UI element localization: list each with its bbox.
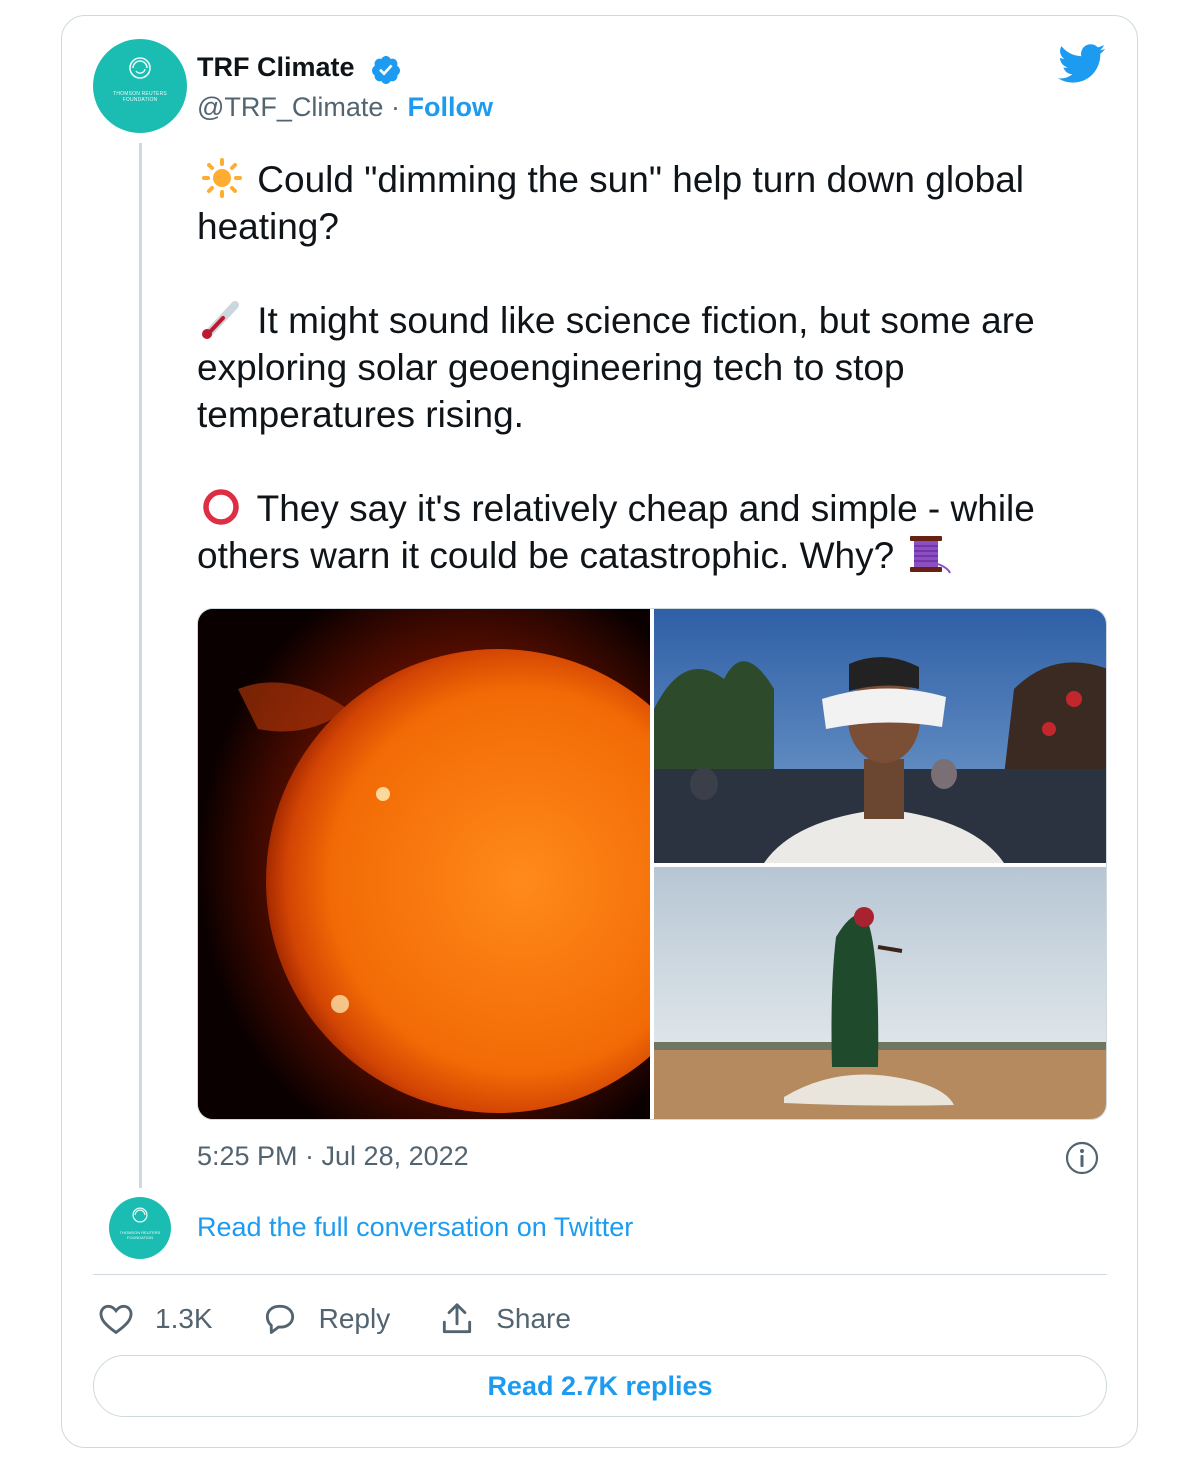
swirl-logo-icon bbox=[132, 1207, 148, 1223]
heart-icon bbox=[99, 1304, 133, 1335]
tweet-paragraph-3: They say it's relatively cheap and simpl… bbox=[197, 485, 1117, 579]
thermometer-emoji-icon bbox=[202, 301, 239, 339]
twitter-bird-icon[interactable] bbox=[1058, 44, 1106, 84]
drought-photo[interactable] bbox=[654, 867, 1107, 1120]
share-button[interactable]: Share bbox=[438, 1300, 571, 1338]
like-count: 1.3K bbox=[155, 1303, 213, 1334]
follow-link[interactable]: Follow bbox=[407, 92, 492, 122]
author-name[interactable]: TRF Climate bbox=[197, 52, 355, 83]
handle-row: @TRF_Climate · Follow bbox=[197, 92, 493, 123]
eclipse-glasses-photo[interactable] bbox=[654, 609, 1107, 863]
thread-line bbox=[139, 143, 142, 1188]
reply-label: Reply bbox=[318, 1303, 391, 1334]
tweet-text: Could "dimming the sun" help turn down g… bbox=[197, 156, 1117, 579]
tweet-paragraph-1: Could "dimming the sun" help turn down g… bbox=[197, 156, 1117, 250]
thread-spool-emoji-icon bbox=[910, 536, 952, 574]
read-replies-button[interactable]: Read 2.7K replies bbox=[93, 1355, 1107, 1417]
author-avatar[interactable]: THOMSON REUTERS FOUNDATION bbox=[93, 39, 187, 133]
avatar-org-text: THOMSON REUTERS FOUNDATION bbox=[113, 91, 167, 103]
share-label: Share bbox=[496, 1303, 571, 1334]
avatar-org-text: THOMSON REUTERS FOUNDATION bbox=[119, 1230, 161, 1240]
sun-emoji-icon bbox=[202, 158, 242, 198]
like-button[interactable]: 1.3K bbox=[97, 1300, 213, 1338]
reply-bubble-icon bbox=[265, 1304, 294, 1334]
author-handle[interactable]: @TRF_Climate bbox=[197, 92, 383, 122]
reply-button[interactable]: Reply bbox=[261, 1300, 391, 1338]
media-grid[interactable] bbox=[197, 608, 1107, 1120]
read-full-conversation-link[interactable]: Read the full conversation on Twitter bbox=[197, 1212, 633, 1243]
action-bar: 1.3K Reply Share bbox=[97, 1296, 619, 1342]
separator-dot: · bbox=[390, 92, 400, 122]
tweet-timestamp[interactable]: 5:25 PM · Jul 28, 2022 bbox=[197, 1141, 469, 1172]
swirl-logo-icon bbox=[129, 57, 151, 79]
verified-badge-icon bbox=[371, 56, 400, 84]
tweet-line-2: It might sound like science fiction, but… bbox=[197, 300, 1035, 435]
sun-photo[interactable] bbox=[198, 609, 650, 1120]
tweet-line-1: Could "dimming the sun" help turn down g… bbox=[197, 159, 1025, 247]
small-author-avatar[interactable]: THOMSON REUTERS FOUNDATION bbox=[109, 1197, 171, 1259]
share-upload-icon bbox=[443, 1303, 472, 1334]
divider bbox=[93, 1274, 1107, 1275]
red-circle-emoji-icon bbox=[203, 489, 239, 525]
tweet-paragraph-2: It might sound like science fiction, but… bbox=[197, 297, 1117, 438]
info-icon[interactable] bbox=[1064, 1140, 1100, 1176]
